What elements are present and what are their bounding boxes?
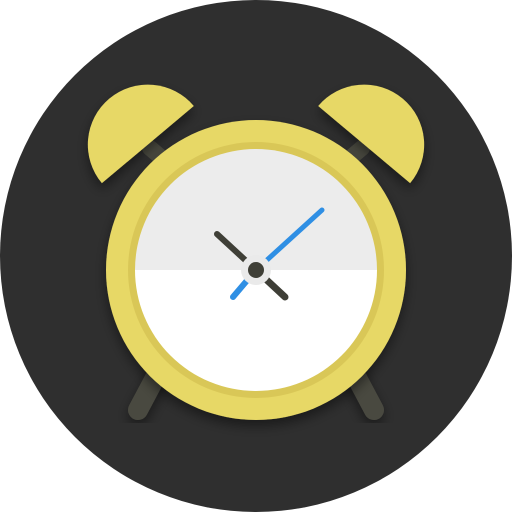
app-icon: [0, 0, 512, 512]
alarm-clock-icon: [0, 0, 512, 512]
center-pin-inner: [248, 262, 264, 278]
